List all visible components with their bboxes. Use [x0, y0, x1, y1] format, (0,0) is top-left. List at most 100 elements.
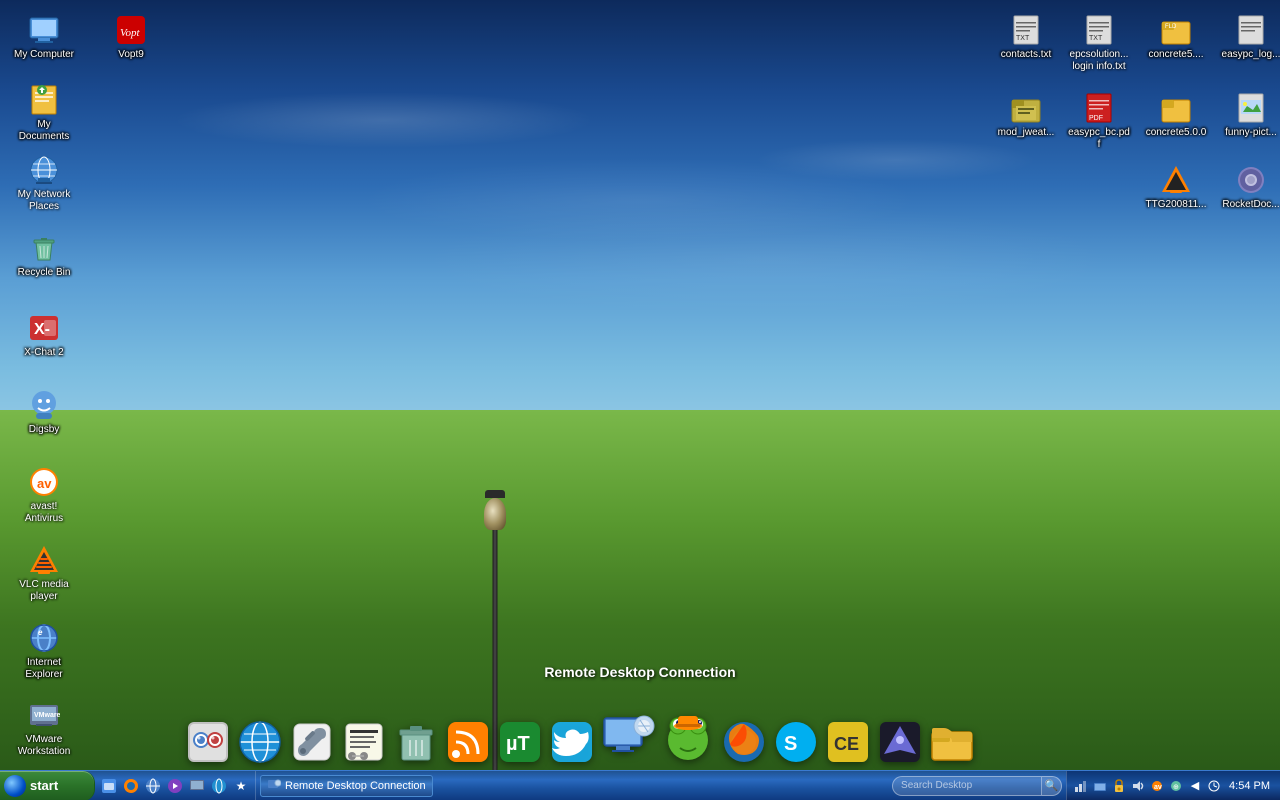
ql-antivirus[interactable] — [99, 776, 119, 796]
search-input[interactable] — [892, 776, 1042, 796]
avast-label: avast! Antivirus — [12, 501, 76, 525]
contacts-icon: TXT — [1010, 14, 1042, 46]
recycle-bin-label: Recycle Bin — [18, 267, 71, 279]
taskbar-app-rdc[interactable]: Remote Desktop Connection — [260, 775, 433, 797]
vlc-icon — [28, 544, 60, 576]
rocketdoc-icon — [1235, 164, 1267, 196]
dock-firefox[interactable] — [720, 718, 768, 766]
tray-balloon[interactable]: ◀ — [1187, 778, 1203, 794]
taskbar: start — [0, 770, 1280, 800]
desktop-icon-contacts[interactable]: TXT contacts.txt — [990, 10, 1062, 65]
desktop-icon-network-places[interactable]: My Network Places — [8, 150, 80, 217]
tray-clock — [1206, 778, 1222, 794]
clock: 4:54 PM — [1225, 780, 1274, 792]
network-places-label: My Network Places — [12, 189, 76, 213]
dock-finder[interactable] — [184, 718, 232, 766]
desktop-icon-easypc-bc[interactable]: PDF easypc_bc.pdf — [1063, 88, 1135, 155]
dock-folder[interactable] — [928, 718, 976, 766]
my-documents-label: My Documents — [12, 119, 76, 143]
desktop-icon-avast[interactable]: av avast! Antivirus — [8, 462, 80, 529]
tray-lock[interactable] — [1111, 778, 1127, 794]
desktop-icon-digsby[interactable]: Digsby — [8, 385, 80, 440]
svg-text:VMware: VMware — [34, 712, 60, 719]
svg-text:TXT: TXT — [1016, 35, 1030, 42]
dock-cheat-engine[interactable]: CE — [824, 718, 872, 766]
dock-tools[interactable] — [288, 718, 336, 766]
vopt9-label: Vopt9 — [118, 49, 144, 61]
dock-plain-text[interactable] — [340, 718, 388, 766]
vmware-label: VMware Workstation — [12, 734, 76, 758]
desktop-icon-ttg[interactable]: TTG200811... — [1140, 160, 1212, 215]
ql-star[interactable]: ★ — [231, 776, 251, 796]
svg-text:CE: CE — [834, 734, 859, 754]
concrete500-label: concrete5.0.0 — [1146, 127, 1207, 139]
desktop-icon-mod-jweat[interactable]: mod_jweat... — [990, 88, 1062, 143]
dock-network[interactable] — [236, 718, 284, 766]
start-button[interactable]: start — [0, 771, 95, 800]
ie-icon: e — [28, 622, 60, 654]
svg-text:TXT: TXT — [1089, 35, 1103, 42]
ql-media[interactable] — [165, 776, 185, 796]
desktop-icon-rocketdoc[interactable]: RocketDoc... — [1215, 160, 1280, 215]
quick-launch-bar: ★ — [95, 771, 256, 800]
svg-text:µT: µT — [506, 733, 530, 755]
dock-twitter[interactable] — [548, 718, 596, 766]
desktop-icon-concrete5[interactable]: FLD concrete5.... — [1140, 10, 1212, 65]
tray-network[interactable] — [1073, 778, 1089, 794]
desktop-icon-epcsolution[interactable]: TXT epcsolution...login info.txt — [1063, 10, 1135, 77]
dock-remote-desktop[interactable] — [600, 710, 656, 766]
tray-sound[interactable] — [1130, 778, 1146, 794]
desktop-icon-funny-pict[interactable]: funny-pict... — [1215, 88, 1280, 143]
search-box-container: 🔍 — [892, 776, 1062, 796]
my-documents-icon — [28, 84, 60, 116]
digsby-icon — [28, 389, 60, 421]
tray-network2[interactable] — [1092, 778, 1108, 794]
desktop-icon-recycle-bin[interactable]: Recycle Bin — [8, 228, 80, 283]
ql-icon6[interactable] — [209, 776, 229, 796]
desktop-icon-my-documents[interactable]: My Documents — [8, 80, 80, 147]
vlc-label: VLC media player — [12, 579, 76, 603]
dock-rss[interactable] — [444, 718, 492, 766]
easypc-log-icon — [1235, 14, 1267, 46]
desktop-icon-xchat[interactable]: X- X-Chat 2 — [8, 308, 80, 363]
svg-text:PDF: PDF — [1089, 115, 1103, 122]
taskbar-app-rdc-label: Remote Desktop Connection — [285, 780, 426, 792]
dock-trash[interactable] — [392, 718, 440, 766]
my-computer-label: My Computer — [14, 49, 74, 61]
dock-frog[interactable] — [660, 710, 716, 766]
svg-text:av: av — [1154, 784, 1162, 791]
tray-extra[interactable]: ⊕ — [1168, 778, 1184, 794]
ql-firefox[interactable] — [121, 776, 141, 796]
svg-text:Vopt: Vopt — [120, 27, 141, 39]
my-computer-icon — [28, 14, 60, 46]
xchat-icon: X- — [28, 312, 60, 344]
dock-skype[interactable]: S — [772, 718, 820, 766]
epcsolution-icon: TXT — [1083, 14, 1115, 46]
ql-vmware[interactable] — [187, 776, 207, 796]
dock-row: µT — [180, 706, 980, 770]
desktop-icons-container: My Computer My Documents — [0, 0, 1280, 770]
rocketdoc-label: RocketDoc... — [1222, 199, 1279, 211]
ie-label: Internet Explorer — [12, 657, 76, 681]
contacts-label: contacts.txt — [1001, 49, 1052, 61]
desktop-icon-ie[interactable]: e Internet Explorer — [8, 618, 80, 685]
mod-jweat-icon — [1010, 92, 1042, 124]
start-sphere — [4, 775, 26, 797]
desktop-icon-vlc[interactable]: VLC media player — [8, 540, 80, 607]
desktop-icon-vmware[interactable]: VMware VMware Workstation — [8, 695, 80, 762]
ttg-label: TTG200811... — [1146, 199, 1207, 211]
rdc-label: Remote Desktop Connection — [544, 664, 735, 680]
desktop-icon-my-computer[interactable]: My Computer — [8, 10, 80, 65]
desktop-icon-vopt9[interactable]: Vopt Vopt9 — [95, 10, 167, 65]
ql-ie[interactable] — [143, 776, 163, 796]
system-tray: av ⊕ ◀ 4:54 PM — [1066, 771, 1280, 800]
tray-antivirus[interactable]: av — [1149, 778, 1165, 794]
dock-utorrent[interactable]: µT — [496, 718, 544, 766]
dock-alienware[interactable] — [876, 718, 924, 766]
funny-pict-label: funny-pict... — [1225, 127, 1277, 139]
easypc-bc-icon: PDF — [1083, 92, 1115, 124]
desktop-icon-easypc-log[interactable]: easypc_log... — [1215, 10, 1280, 65]
search-button[interactable]: 🔍 — [1042, 776, 1062, 796]
desktop-icon-concrete500[interactable]: concrete5.0.0 — [1140, 88, 1212, 143]
desktop: My Computer My Documents — [0, 0, 1280, 800]
